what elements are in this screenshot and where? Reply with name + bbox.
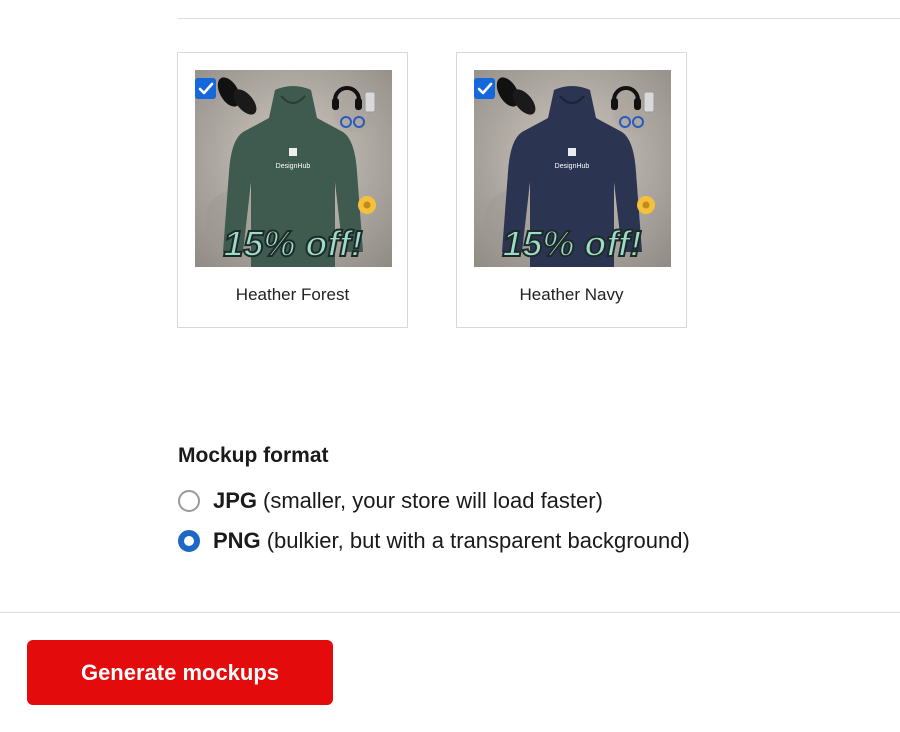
top-divider bbox=[178, 18, 900, 19]
variant-label: Heather Navy bbox=[519, 285, 624, 304]
hoodie-mockup-image: DesignHub 15% off! bbox=[195, 70, 392, 267]
checkmark-icon bbox=[477, 82, 493, 95]
variant-checkbox[interactable] bbox=[474, 78, 495, 99]
format-name: JPG bbox=[213, 488, 258, 513]
format-description: (smaller, your store will load faster) bbox=[263, 488, 603, 513]
variant-checkbox[interactable] bbox=[195, 78, 216, 99]
svg-text:15% off!: 15% off! bbox=[223, 223, 362, 264]
svg-text:15% off!: 15% off! bbox=[502, 223, 641, 264]
format-option-png[interactable]: PNG (bulkier, but with a transparent bac… bbox=[178, 528, 690, 554]
mockup-thumbnail: DesignHub 15% off! bbox=[195, 70, 392, 267]
bottom-divider bbox=[0, 612, 900, 613]
mockup-thumbnail: DesignHub 15% off! bbox=[474, 70, 671, 267]
svg-text:DesignHub: DesignHub bbox=[276, 163, 311, 170]
hoodie-mockup-image: DesignHub 15% off! bbox=[474, 70, 671, 267]
generate-mockups-button[interactable]: Generate mockups bbox=[27, 640, 333, 705]
svg-text:DesignHub: DesignHub bbox=[555, 163, 590, 170]
format-name: PNG bbox=[213, 528, 261, 553]
radio-button-jpg[interactable] bbox=[178, 490, 200, 512]
radio-button-png[interactable] bbox=[178, 530, 200, 552]
variant-card-heather-forest[interactable]: DesignHub 15% off! Heather Forest bbox=[177, 52, 408, 328]
variant-card-heather-navy[interactable]: DesignHub 15% off! Heather Navy bbox=[456, 52, 687, 328]
variant-label: Heather Forest bbox=[235, 285, 350, 304]
mockup-format-heading: Mockup format bbox=[178, 444, 329, 467]
format-option-jpg[interactable]: JPG (smaller, your store will load faste… bbox=[178, 488, 603, 514]
format-description: (bulkier, but with a transparent backgro… bbox=[266, 528, 690, 553]
checkmark-icon bbox=[198, 82, 214, 95]
